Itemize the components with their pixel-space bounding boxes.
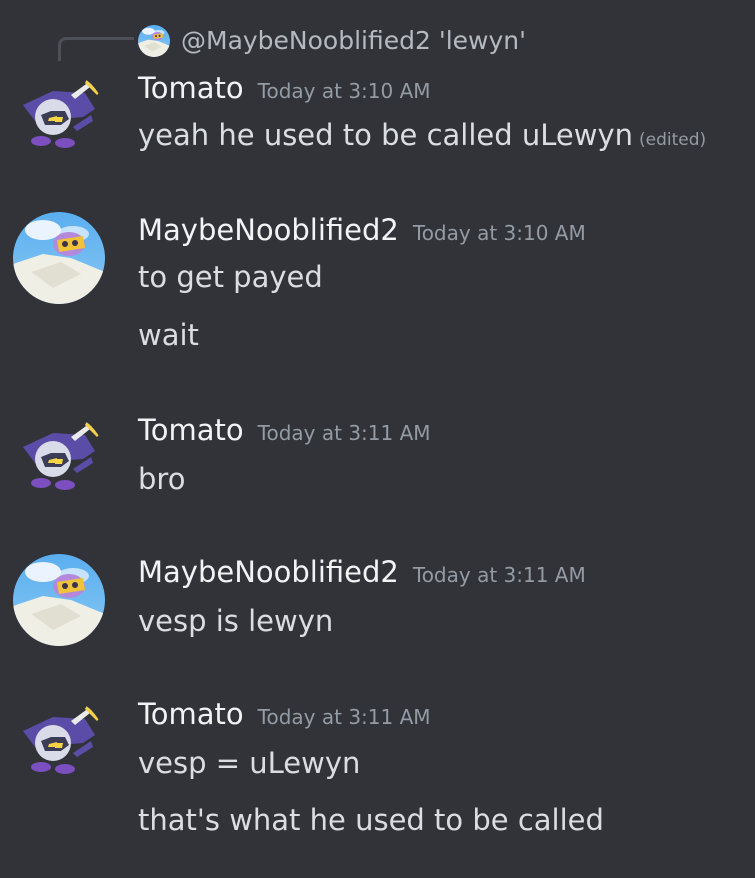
message-text: yeah he used to be called uLewyn (edited) [138,116,706,159]
maybe-avatar-image [13,212,105,304]
username[interactable]: Tomato [138,697,244,731]
message-header: MaybeNooblified2 Today at 3:10 AM [138,212,586,251]
username[interactable]: MaybeNooblified2 [138,213,399,247]
message-group: Tomato Today at 3:11 AM bro [0,412,755,512]
message-content: yeah he used to be called uLewyn [138,118,633,152]
edited-label: (edited) [639,130,707,150]
username[interactable]: Tomato [138,413,244,447]
username[interactable]: Tomato [138,71,244,105]
tomato-avatar-image [13,697,105,789]
message-header: Tomato Today at 3:11 AM [138,696,431,735]
message-group: MaybeNooblified2 Today at 3:10 AM to get … [0,212,755,362]
message-header: Tomato Today at 3:11 AM [138,412,431,451]
avatar[interactable] [13,413,105,505]
tomato-avatar-image [13,413,105,505]
reply-author-avatar[interactable] [138,25,170,57]
timestamp[interactable]: Today at 3:10 AM [258,79,431,103]
maybe-avatar-image [13,554,105,646]
timestamp[interactable]: Today at 3:11 AM [258,705,431,729]
avatar[interactable] [13,697,105,789]
message-header: Tomato Today at 3:10 AM [138,70,431,109]
message-text: bro [138,462,186,496]
message-group: MaybeNooblified2 Today at 3:11 AM vesp is… [0,554,755,654]
reply-preview[interactable]: @MaybeNooblified2 'lewyn' [0,18,755,61]
reply-snippet[interactable]: @MaybeNooblified2 'lewyn' [181,24,526,58]
tomato-avatar-image [13,71,105,163]
message-header: MaybeNooblified2 Today at 3:11 AM [138,554,586,593]
message-text: vesp = uLewyn [138,746,361,780]
timestamp[interactable]: Today at 3:10 AM [413,221,586,245]
message-text: that's what he used to be called [138,803,604,837]
message-text: to get payed [138,260,323,294]
message-text: wait [138,318,199,352]
message-group: Tomato Today at 3:11 AM vesp = uLewyn tha… [0,696,755,856]
reply-connector-line [58,37,134,61]
timestamp[interactable]: Today at 3:11 AM [413,563,586,587]
avatar[interactable] [13,554,105,646]
timestamp[interactable]: Today at 3:11 AM [258,421,431,445]
message-group: Tomato Today at 3:10 AM yeah he used to b… [0,70,755,190]
maybe-avatar-image [138,25,170,57]
username[interactable]: MaybeNooblified2 [138,555,399,589]
avatar[interactable] [13,212,105,304]
chat-message-list: @MaybeNooblified2 'lewyn' Tomato Today at… [0,0,755,878]
avatar[interactable] [13,71,105,163]
message-text: vesp is lewyn [138,604,334,638]
